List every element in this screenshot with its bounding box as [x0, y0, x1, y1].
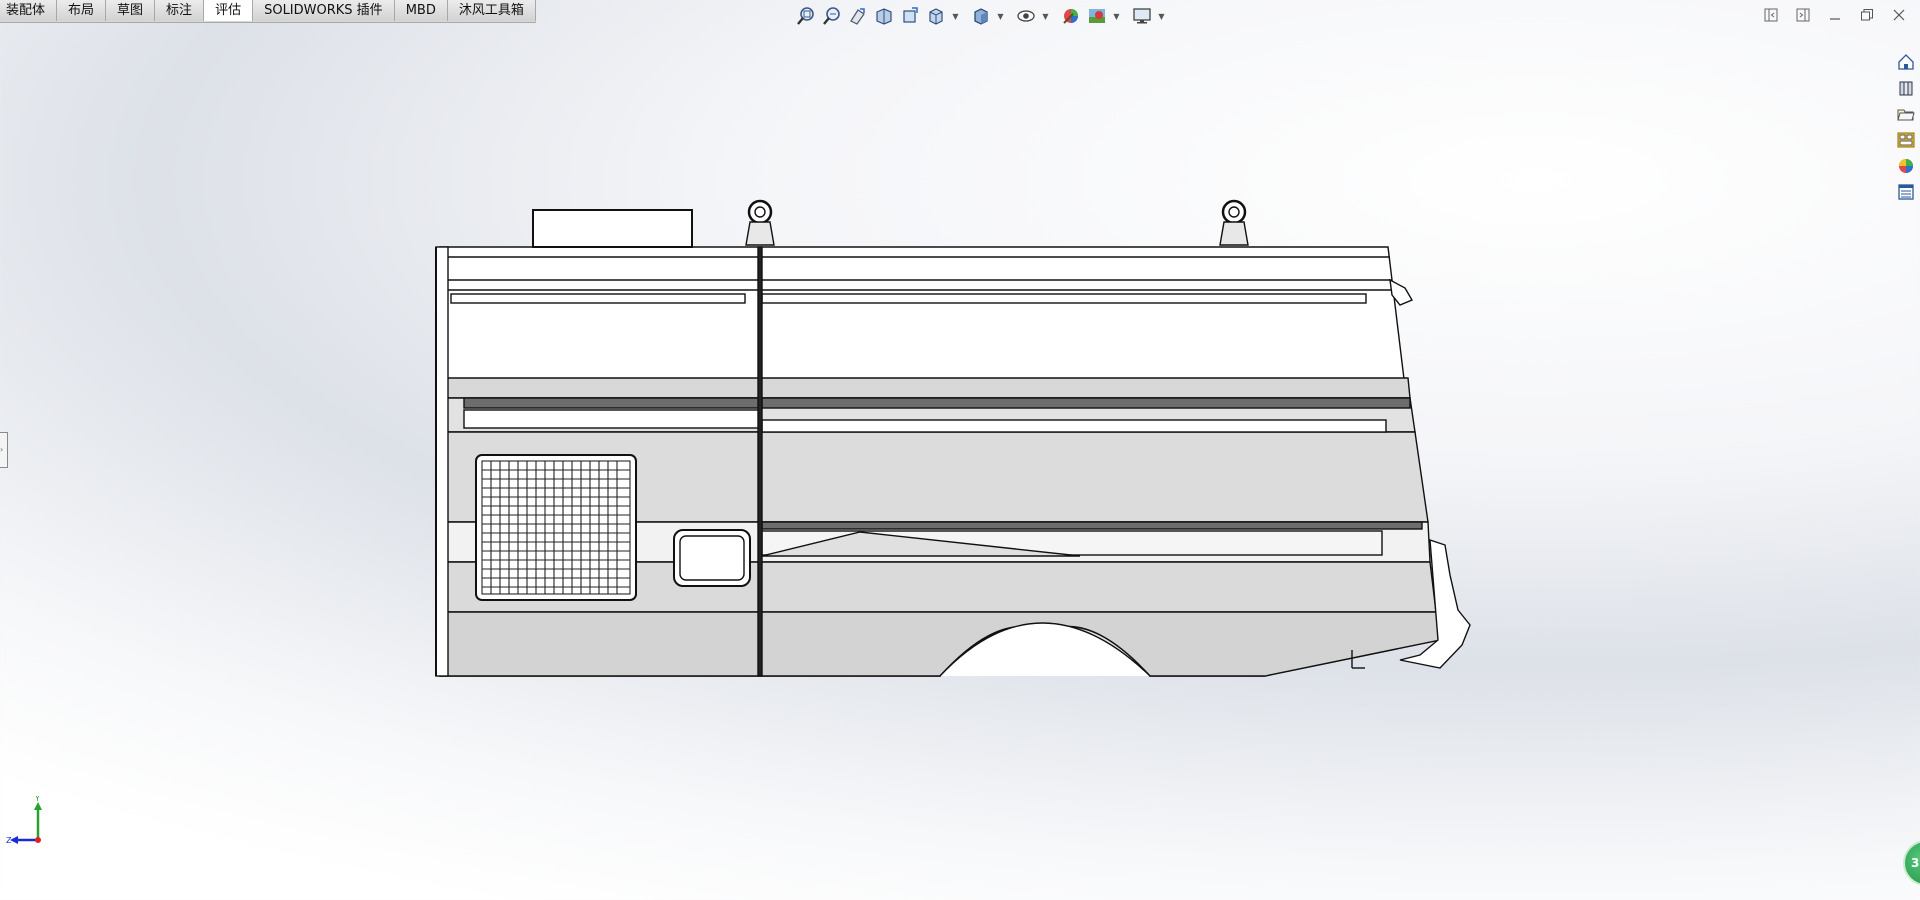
view-triad: Y Z: [6, 794, 50, 852]
triad-y-label: Y: [34, 796, 40, 803]
vehicle-body-model: [435, 199, 1471, 677]
model-graphics-area[interactable]: [0, 0, 1920, 900]
triad-z-label: Z: [6, 836, 12, 845]
